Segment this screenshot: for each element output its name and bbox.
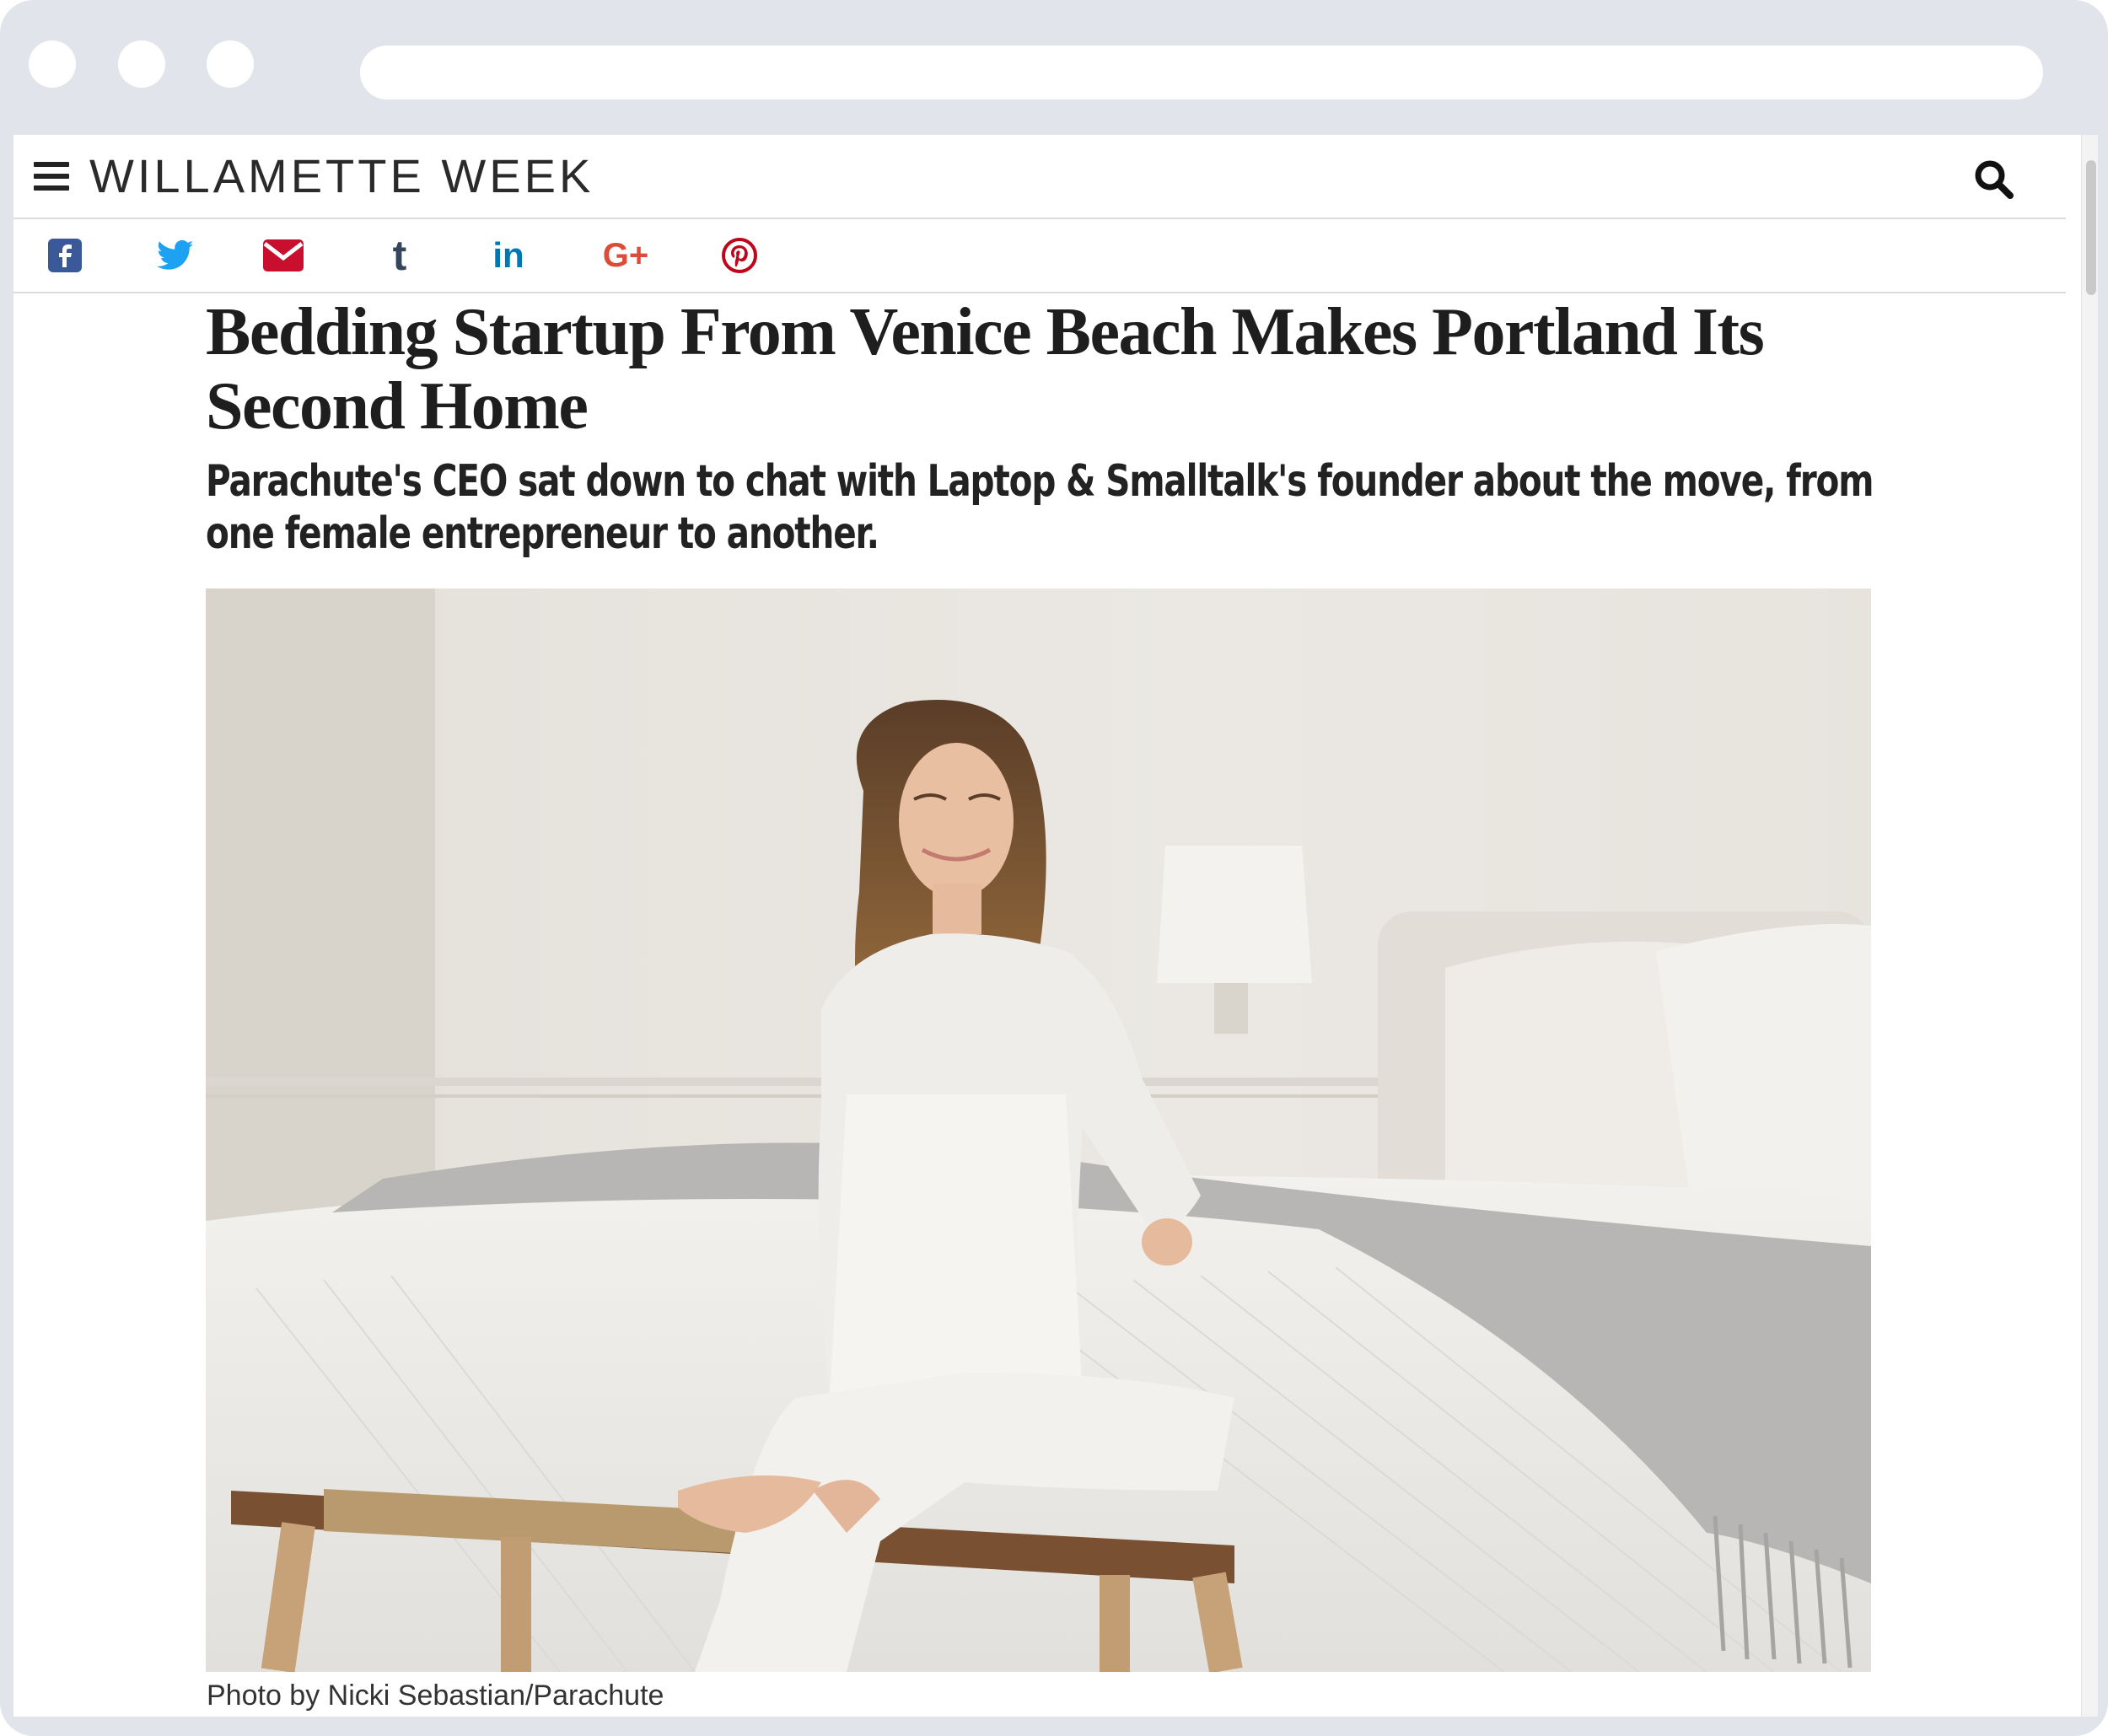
address-bar[interactable] — [360, 46, 2043, 99]
bedroom-portrait-illustration — [206, 589, 1871, 1672]
site-logo[interactable]: WILLAMETTE WEEK — [89, 148, 594, 203]
window-zoom-dot[interactable] — [207, 40, 254, 88]
window-minimize-dot[interactable] — [118, 40, 165, 88]
google-plus-icon[interactable]: G+ — [595, 234, 656, 277]
linkedin-icon[interactable]: in — [486, 234, 531, 277]
email-icon[interactable] — [258, 234, 309, 277]
facebook-icon[interactable] — [44, 234, 86, 277]
article-photo — [206, 589, 1871, 1672]
article-header: Bedding Startup From Venice Beach Makes … — [206, 295, 1892, 560]
vertical-scrollbar[interactable] — [2081, 135, 2098, 1717]
photo-caption: Photo by Nicki Sebastian/Parachute — [207, 1680, 664, 1712]
browser-window: WILLAMETTE WEEK t in G+ Bedding Startup … — [0, 0, 2108, 1736]
hamburger-menu-icon[interactable] — [34, 162, 69, 192]
article-dek: Parachute's CEO sat down to chat with La… — [206, 456, 1874, 559]
tumblr-icon[interactable]: t — [383, 234, 417, 277]
twitter-icon[interactable] — [150, 234, 201, 277]
share-bar: t in G+ — [13, 219, 2066, 293]
site-header: WILLAMETTE WEEK — [13, 135, 2066, 219]
search-icon[interactable] — [1971, 157, 2017, 202]
pinterest-icon[interactable] — [718, 234, 761, 277]
scrollbar-thumb[interactable] — [2086, 160, 2096, 295]
article-headline: Bedding Startup From Venice Beach Makes … — [206, 295, 1765, 443]
page-viewport: WILLAMETTE WEEK t in G+ Bedding Startup … — [13, 135, 2098, 1717]
window-close-dot[interactable] — [29, 40, 76, 88]
